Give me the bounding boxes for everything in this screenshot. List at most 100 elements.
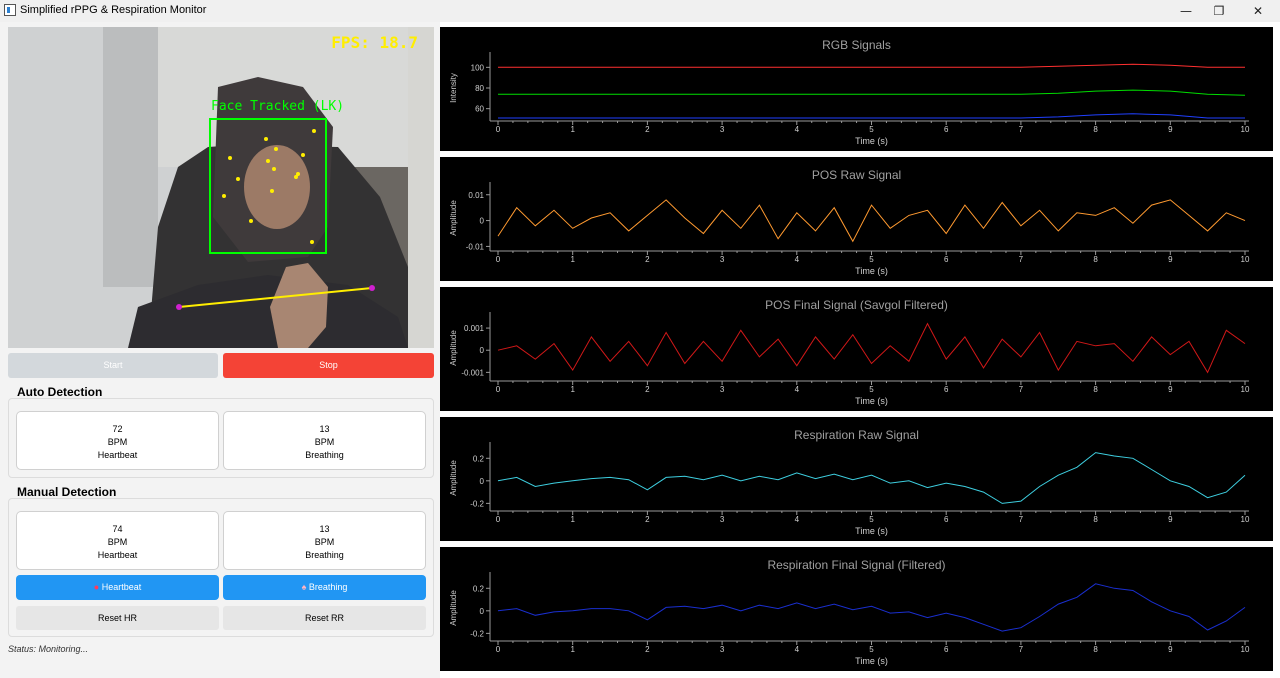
y-tick-label: 80 — [475, 84, 484, 93]
maximize-button[interactable]: ❐ — [1201, 0, 1237, 22]
series-line-0 — [497, 322, 1246, 374]
manual-heartbeat-value: 74 — [112, 524, 123, 534]
pos-final-plot: POS Final Signal (Savgol Filtered) 01234… — [440, 287, 1273, 411]
x-axis-label: Time (s) — [855, 526, 888, 536]
x-tick-label: 9 — [1168, 515, 1173, 524]
auto-breathing-value: 13 — [319, 424, 330, 434]
x-tick-label: 5 — [869, 385, 874, 394]
x-tick-label: 6 — [944, 125, 949, 134]
x-tick-label: 1 — [570, 515, 575, 524]
close-button[interactable]: ✕ — [1240, 0, 1276, 22]
y-tick-label: 0 — [480, 217, 485, 226]
manual-breathing-unit: BPM — [314, 537, 335, 547]
manual-detection-group: 74 BPM Heartbeat 13 BPM Breathing ● Hear… — [8, 498, 434, 637]
series-line-0 — [498, 63, 1245, 68]
x-tick-label: 2 — [645, 645, 650, 654]
y-tick-label: 0 — [480, 607, 485, 616]
x-tick-label: 10 — [1241, 255, 1250, 264]
x-tick-label: 5 — [869, 515, 874, 524]
x-tick-label: 9 — [1168, 255, 1173, 264]
resp-raw-plot: Respiration Raw Signal 0 1 2 3 4 5 6 7 8 9 10 -0.2 0… — [440, 417, 1273, 541]
resp-final-plot: Respiration Final Signal (Filtered) 0123… — [440, 547, 1273, 671]
camera-image — [8, 27, 434, 348]
start-button[interactable]: Start — [8, 353, 218, 378]
manual-heartbeat-label: Heartbeat — [97, 550, 138, 560]
x-tick-label: 7 — [1019, 385, 1024, 394]
x-tick-label: 3 — [720, 515, 725, 524]
x-tick-label: 4 — [795, 385, 800, 394]
x-tick-label: 3 — [720, 385, 725, 394]
manual-breathing-card: 13 BPM Breathing — [223, 511, 426, 570]
heart-icon: ● — [93, 582, 100, 592]
reset-hr-button[interactable]: Reset HR — [16, 606, 219, 630]
auto-breathing-card: 13 BPM Breathing — [223, 411, 426, 470]
y-tick-label: 0.001 — [464, 324, 485, 333]
x-tick-label: 0 — [496, 645, 501, 654]
resp-final-chart: 0 1 2 3 4 5 6 7 8 9 10 -0.2 0 0.2 Time (s) Amplitude — [449, 572, 1250, 666]
x-tick-label: 0 — [496, 385, 501, 394]
minimize-button[interactable]: — — [1168, 0, 1204, 22]
stop-button[interactable]: Stop — [223, 353, 434, 378]
reset-rr-button[interactable]: Reset RR — [223, 606, 426, 630]
auto-breathing-label: Breathing — [305, 450, 344, 460]
x-tick-label: 2 — [645, 515, 650, 524]
y-axis-label: Amplitude — [449, 200, 458, 236]
x-tick-label: 9 — [1168, 645, 1173, 654]
x-tick-label: 9 — [1168, 125, 1173, 134]
y-tick-label: 0 — [480, 346, 485, 355]
x-tick-label: 0 — [496, 515, 501, 524]
y-tick-label: -0.001 — [461, 368, 484, 377]
x-tick-label: 6 — [944, 645, 949, 654]
x-tick-label: 5 — [869, 255, 874, 264]
left-panel: FPS: 18.7 Face Tracked (LK) Start Stop A… — [0, 22, 440, 678]
auto-heartbeat-value: 72 — [112, 424, 123, 434]
x-tick-label: 1 — [570, 255, 575, 264]
x-tick-label: 5 — [869, 645, 874, 654]
x-tick-label: 7 — [1019, 515, 1024, 524]
y-axis-label: Intensity — [449, 73, 458, 103]
pos-raw-plot: POS Raw Signal 0 1 2 3 4 5 6 7 8 9 10 -0.01 0 0.01 Tim… — [440, 157, 1273, 281]
lungs-icon: ♠ — [301, 582, 307, 592]
x-tick-label: 4 — [795, 645, 800, 654]
x-tick-label: 6 — [944, 385, 949, 394]
rgb-signals-chart: 0 1 2 3 4 5 6 7 8 9 10 60 80 100 Time (s) Intensity — [449, 52, 1250, 146]
series-line-0 — [497, 199, 1246, 243]
series-line-1 — [498, 89, 1246, 96]
breathing-tap-button[interactable]: ♠ Breathing — [223, 575, 426, 600]
x-tick-label: 0 — [496, 255, 501, 264]
manual-heartbeat-unit: BPM — [107, 537, 128, 547]
x-tick-label: 3 — [720, 645, 725, 654]
y-tick-label: 0.2 — [473, 584, 485, 593]
face-tracked-label: Face Tracked (LK) — [211, 99, 345, 114]
y-axis-label: Amplitude — [449, 460, 458, 496]
x-axis-label: Time (s) — [855, 396, 888, 406]
x-tick-label: 10 — [1241, 125, 1250, 134]
x-tick-label: 10 — [1241, 645, 1250, 654]
rgb-signals-plot: RGB Signals 0 1 2 3 4 5 6 7 8 9 10 60 80 100 Time (s) I… — [440, 27, 1273, 151]
x-tick-label: 5 — [869, 125, 874, 134]
x-tick-label: 1 — [570, 645, 575, 654]
x-axis-label: Time (s) — [855, 266, 888, 276]
pos-final-chart: 0 1 2 3 4 5 6 7 8 9 10 -0.001 0 0.001 Time (s) Amplitud… — [449, 312, 1250, 406]
camera-feed: FPS: 18.7 Face Tracked (LK) — [8, 27, 434, 348]
app-icon — [4, 4, 16, 16]
breathing-tap-label: Breathing — [308, 582, 348, 592]
x-tick-label: 7 — [1019, 125, 1024, 134]
y-tick-label: 0.01 — [468, 191, 484, 200]
heartbeat-tap-button[interactable]: ● Heartbeat — [16, 575, 219, 600]
auto-heartbeat-unit: BPM — [107, 437, 128, 447]
x-tick-label: 8 — [1093, 255, 1098, 264]
manual-breathing-value: 13 — [319, 524, 330, 534]
y-tick-label: 100 — [471, 63, 485, 72]
y-axis-label: Amplitude — [449, 590, 458, 626]
x-tick-label: 6 — [944, 515, 949, 524]
pos-raw-chart: 0 1 2 3 4 5 6 7 8 9 10 -0.01 0 0.01 Time (s) Amplitude — [449, 182, 1250, 276]
y-tick-label: -0.2 — [470, 499, 484, 508]
status-text: Status: Monitoring... — [8, 644, 89, 654]
x-tick-label: 9 — [1168, 385, 1173, 394]
x-tick-label: 2 — [645, 385, 650, 394]
x-tick-label: 4 — [795, 255, 800, 264]
x-tick-label: 2 — [645, 125, 650, 134]
auto-breathing-unit: BPM — [314, 437, 335, 447]
x-tick-label: 7 — [1019, 645, 1024, 654]
